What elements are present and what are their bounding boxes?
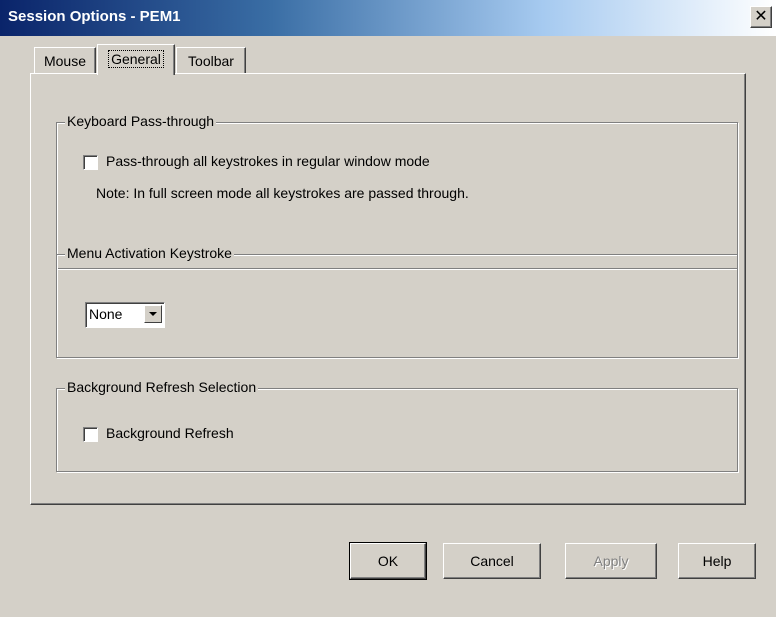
tab-general-label: General [108,50,164,68]
apply-button[interactable]: Apply [565,543,657,579]
session-options-dialog: Session Options - PEM1 ✕ Mouse General T… [0,0,776,617]
background-refresh-legend: Background Refresh Selection [65,379,259,395]
help-button[interactable]: Help [678,543,756,579]
close-icon: ✕ [754,6,768,25]
menu-activation-group: Menu Activation Keystroke None [56,245,738,358]
tab-mouse-label: Mouse [43,53,87,69]
general-tab-panel: Keyboard Pass-through Pass-through all k… [30,73,746,505]
menu-activation-value: None [89,306,123,322]
tab-mouse[interactable]: Mouse [34,47,96,74]
window-title: Session Options - PEM1 [8,8,181,25]
tab-general[interactable]: General [97,44,175,75]
title-bar[interactable]: Session Options - PEM1 ✕ [0,0,776,36]
keyboard-pass-through-legend: Keyboard Pass-through [65,113,217,129]
menu-activation-select[interactable]: None [85,302,165,328]
tab-toolbar[interactable]: Toolbar [176,47,246,74]
cancel-button[interactable]: Cancel [443,543,541,579]
background-refresh-group: Background Refresh Selection Background … [56,379,738,472]
tab-toolbar-label: Toolbar [188,53,234,69]
close-button[interactable]: ✕ [750,6,772,28]
background-refresh-label[interactable]: Background Refresh [106,425,234,441]
chevron-down-icon[interactable] [144,305,162,323]
pass-through-label[interactable]: Pass-through all keystrokes in regular w… [106,153,430,169]
background-refresh-checkbox[interactable] [83,427,98,442]
ok-button[interactable]: OK [349,542,427,580]
menu-activation-legend: Menu Activation Keystroke [65,245,234,261]
full-screen-note: Note: In full screen mode all keystrokes… [96,185,469,201]
pass-through-checkbox[interactable] [83,155,98,170]
